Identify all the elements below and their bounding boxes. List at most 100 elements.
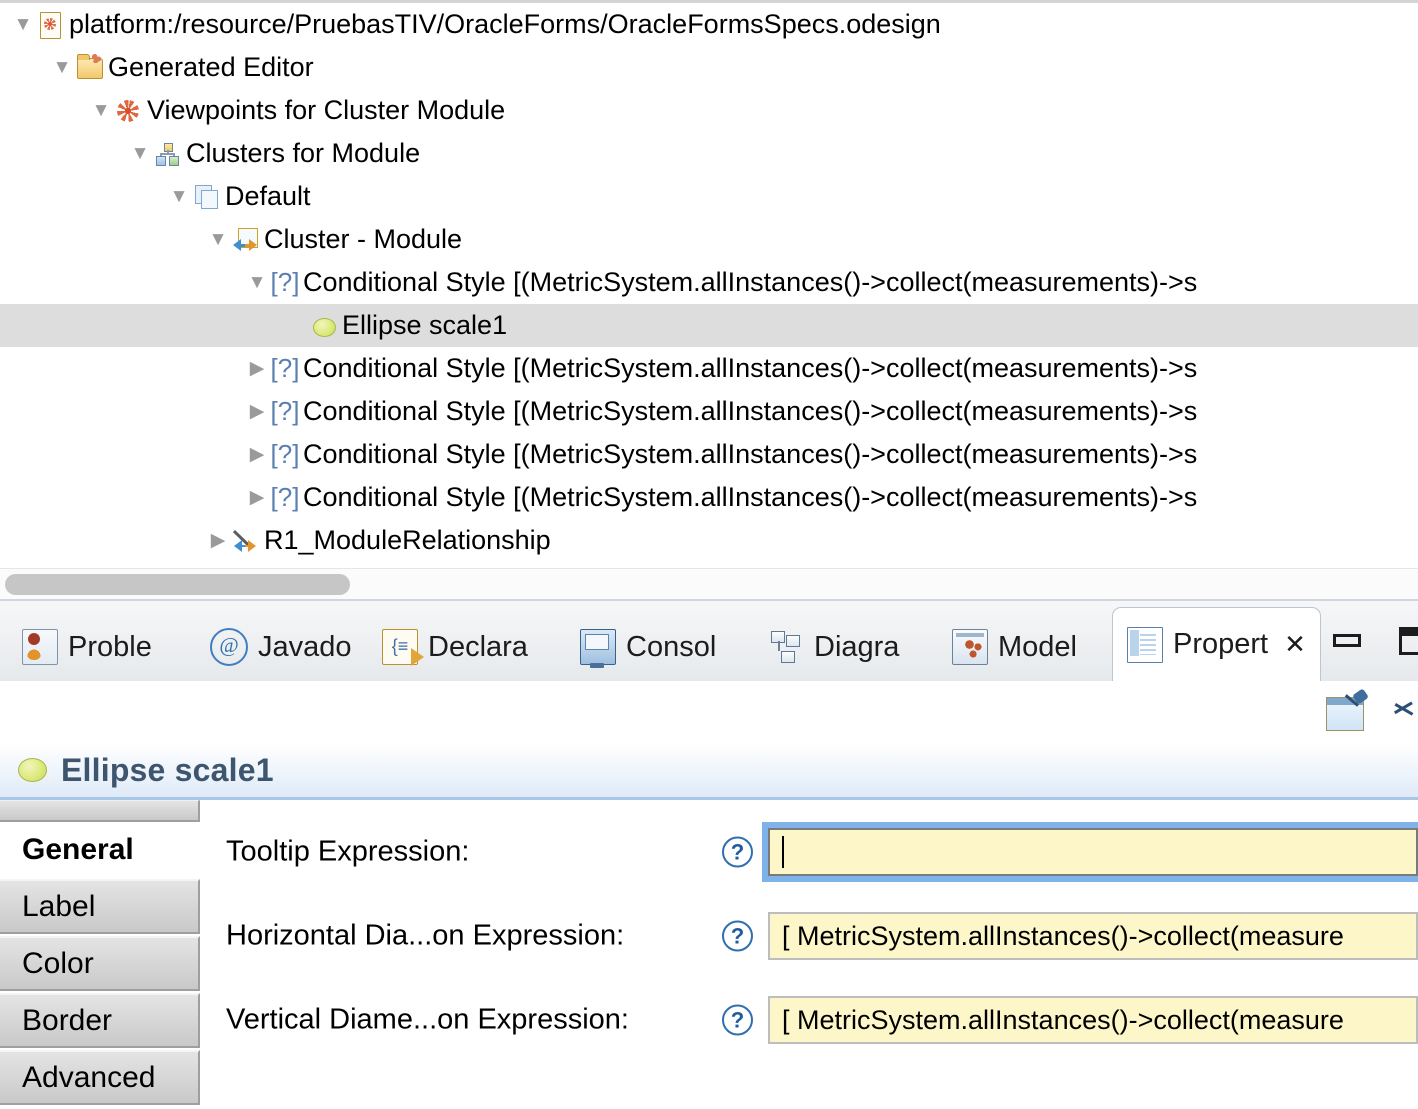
pin-to-selection-icon[interactable]	[1326, 691, 1374, 733]
help-icon[interactable]: ?	[722, 1004, 753, 1036]
help-icon[interactable]: ?	[722, 836, 753, 868]
tree-row-label: Viewpoints for Cluster Module	[147, 95, 506, 125]
tree-row[interactable]: ▶ Ellipse scale1	[0, 304, 1418, 347]
diagram-icon	[770, 630, 804, 664]
view-stack: Proble @ Javado {≡ Declara Consol Diagra Model P…	[0, 599, 1418, 1109]
tab-label: Consol	[626, 630, 717, 663]
properties-tab-stub	[0, 800, 200, 822]
field-label: Vertical Diame...on Expression:	[226, 1003, 629, 1036]
tree-row-label: Default	[225, 181, 311, 211]
maximize-view-button[interactable]	[1396, 627, 1418, 659]
ellipse-icon	[18, 758, 47, 782]
tab-label: Diagra	[814, 630, 900, 663]
tree-row[interactable]: ▼ platform:/resource/PruebasTIV/OracleFor…	[0, 3, 1418, 46]
folder-icon	[75, 46, 105, 89]
help-icon[interactable]: ?	[722, 920, 753, 952]
field-input[interactable]: [ MetricSystem.allInstances()->collect(m…	[768, 996, 1418, 1044]
field-input[interactable]: [ MetricSystem.allInstances()->collect(m…	[768, 912, 1418, 960]
tree-row[interactable]: ▼ Viewpoints for Cluster Module	[0, 89, 1418, 132]
properties-tab-label: Border	[22, 1003, 113, 1037]
properties-tab-advanced[interactable]: Advanced	[0, 1050, 200, 1105]
tree-row-label: Conditional Style [(MetricSystem.allInst…	[303, 353, 1198, 383]
question-brackets-glyph: [?]	[270, 396, 300, 426]
twisty-expanded-icon[interactable]: ▼	[10, 3, 36, 46]
tab-label: Model	[998, 630, 1077, 663]
tree-row[interactable]: ▶ [?] Conditional Style [(MetricSystem.all…	[0, 476, 1418, 519]
form-row: Tooltip Expression:?	[200, 822, 1418, 882]
twisty-collapsed-icon[interactable]: ▶	[244, 347, 270, 390]
tree-row-label: R1_ModuleRelationship	[264, 525, 551, 555]
tree-row[interactable]: ▶ [?] Conditional Style [(MetricSystem.all…	[0, 390, 1418, 433]
tab-diagra[interactable]: Diagra	[756, 613, 913, 681]
conditional-style-icon: [?]	[270, 261, 300, 304]
relationship-icon	[231, 519, 261, 562]
properties-tab-color[interactable]: Color	[0, 936, 200, 991]
tree-row[interactable]: ▶ R1_ModuleRelationship	[0, 519, 1418, 562]
tree-row-label: Conditional Style [(MetricSystem.allInst…	[303, 439, 1198, 469]
properties-tab-label[interactable]: Label	[0, 879, 200, 934]
question-brackets-glyph: [?]	[270, 353, 300, 383]
tree-row[interactable]: ▼ Cluster - Module	[0, 218, 1418, 261]
field-label: Horizontal Dia...on Expression:	[226, 919, 625, 952]
model-icon	[952, 629, 988, 665]
twisty-collapsed-icon[interactable]: ▶	[244, 433, 270, 476]
twisty-empty: ▶	[283, 304, 309, 347]
twisty-expanded-icon[interactable]: ▼	[166, 175, 192, 218]
close-icon[interactable]: ✕	[1284, 629, 1306, 660]
conditional-style-icon: [?]	[270, 390, 300, 433]
tree-row[interactable]: ▶ [?] Conditional Style [(MetricSystem.all…	[0, 433, 1418, 476]
tree-row[interactable]: ▼ Clusters for Module	[0, 132, 1418, 175]
tree-row[interactable]: ▶ [?] Conditional Style [(MetricSystem.all…	[0, 347, 1418, 390]
question-brackets-glyph: [?]	[270, 267, 300, 297]
tree-row[interactable]: ▼ Default	[0, 175, 1418, 218]
tree-row-label: Conditional Style [(MetricSystem.allInst…	[303, 482, 1198, 512]
properties-tab-label: General	[22, 832, 134, 866]
twisty-expanded-icon[interactable]: ▼	[205, 218, 231, 261]
properties-tab-border[interactable]: Border	[0, 993, 200, 1048]
tree-row-label: platform:/resource/PruebasTIV/OracleForm…	[69, 9, 941, 39]
javadoc-icon: @	[210, 628, 248, 666]
conditional-style-icon: [?]	[270, 347, 300, 390]
tab-consol[interactable]: Consol	[566, 613, 730, 681]
tab-declara[interactable]: {≡ Declara	[368, 613, 542, 681]
tree-row-label: Conditional Style [(MetricSystem.allInst…	[303, 396, 1198, 426]
twisty-expanded-icon[interactable]: ▼	[88, 89, 114, 132]
field-input[interactable]	[762, 822, 1418, 882]
properties-tab-general[interactable]: General	[0, 822, 200, 877]
tab-label: Proble	[68, 630, 152, 663]
view-menu-chevron-icon[interactable]	[1396, 699, 1418, 725]
properties-tab-list[interactable]: General Label Color Border Advanced	[0, 800, 200, 1109]
layer-glyph	[195, 185, 219, 209]
tab-model[interactable]: Model	[938, 613, 1091, 681]
tab-propert[interactable]: Propert ✕	[1112, 607, 1321, 681]
view-tab-bar[interactable]: Proble @ Javado {≡ Declara Consol Diagra Model P…	[0, 601, 1418, 683]
minimize-view-button[interactable]	[1330, 627, 1366, 659]
twisty-collapsed-icon[interactable]: ▶	[244, 476, 270, 519]
properties-tab-label: Color	[22, 946, 94, 980]
form-row: Horizontal Dia...on Expression:? [ Metric…	[200, 908, 1418, 964]
tab-label: Propert	[1173, 628, 1269, 660]
scrollbar-thumb[interactable]	[5, 574, 350, 595]
twisty-collapsed-icon[interactable]: ▶	[205, 519, 231, 562]
twisty-expanded-icon[interactable]: ▼	[244, 261, 270, 304]
model-tree-panel[interactable]: ▼ platform:/resource/PruebasTIV/OracleFor…	[0, 0, 1418, 568]
tree-row[interactable]: ▼ Generated Editor	[0, 46, 1418, 89]
file-glyph	[40, 12, 61, 39]
ellipse-icon	[309, 304, 339, 347]
properties-tab-label: Advanced	[22, 1060, 156, 1094]
tab-javado[interactable]: @ Javado	[196, 613, 366, 681]
twisty-expanded-icon[interactable]: ▼	[49, 46, 75, 89]
tree-horizontal-scrollbar[interactable]	[0, 568, 1418, 600]
tab-proble[interactable]: Proble	[8, 613, 166, 681]
viewpoint-glyph	[117, 100, 139, 122]
twisty-expanded-icon[interactable]: ▼	[127, 132, 153, 175]
question-brackets-glyph: [?]	[270, 439, 300, 469]
properties-form: Tooltip Expression:? Horizontal Dia...on …	[200, 800, 1418, 1109]
tree-row-label: Ellipse scale1	[342, 310, 508, 340]
twisty-collapsed-icon[interactable]: ▶	[244, 390, 270, 433]
viewpoint-icon	[114, 89, 144, 132]
tree-row[interactable]: ▼ [?] Conditional Style [(MetricSystem.all…	[0, 261, 1418, 304]
page-title: Ellipse scale1	[61, 751, 274, 788]
problems-icon	[22, 629, 58, 665]
tree-row-label: Clusters for Module	[186, 138, 421, 168]
